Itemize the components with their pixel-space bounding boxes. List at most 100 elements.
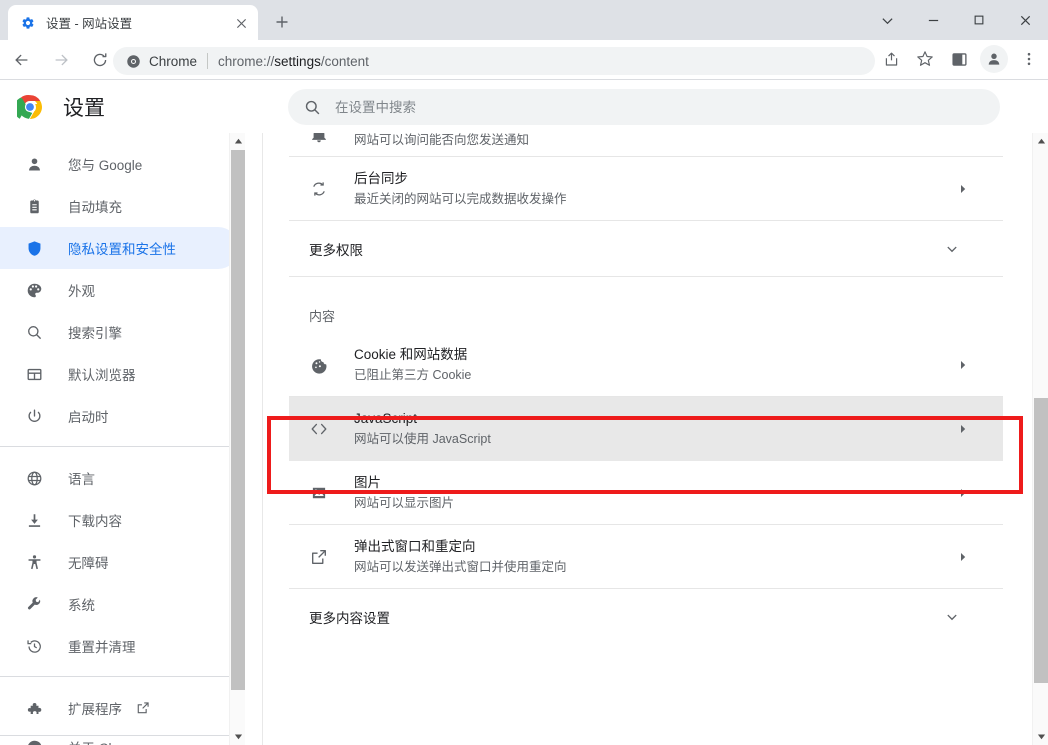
collapse-label: 更多内容设置 — [309, 611, 390, 626]
sidebar-item-label: 您与 Google — [68, 158, 143, 173]
section-header-content: 内容 — [309, 309, 336, 324]
browser-tab[interactable]: 设置 - 网站设置 — [8, 5, 258, 40]
settings-row-text: 图片 网站可以显示图片 — [354, 473, 951, 513]
collapse-window-button[interactable] — [864, 4, 910, 36]
sidebar-item-appearance[interactable]: 外观 — [0, 269, 239, 311]
scroll-up-arrow-icon[interactable] — [1033, 133, 1048, 150]
settings-row-subtitle: 已阻止第三方 Cookie — [354, 367, 472, 382]
browser-window-icon — [24, 364, 44, 384]
settings-row-title: Cookie 和网站数据 — [354, 346, 468, 362]
settings-row-notifications[interactable]: 网站可以询问能否向您发送通知 — [289, 133, 1003, 157]
sidebar-item-label: 系统 — [68, 598, 95, 613]
image-icon — [309, 483, 329, 503]
maximize-window-button[interactable] — [956, 4, 1002, 36]
page-title: 设置 — [63, 97, 105, 120]
sidebar-item-downloads[interactable]: 下载内容 — [0, 499, 239, 541]
sidebar-item-label: 下载内容 — [68, 514, 122, 529]
sidebar-item-accessibility[interactable]: 无障碍 — [0, 541, 239, 583]
chevron-right-icon — [951, 184, 975, 194]
sidebar-item-about-chrome[interactable]: 关于 Chrome — [0, 736, 239, 745]
settings-row-cookies[interactable]: Cookie 和网站数据 已阻止第三方 Cookie — [289, 333, 1003, 397]
sidebar-item-extensions[interactable]: 扩展程序 — [0, 687, 239, 729]
settings-collapse-more-content-settings[interactable]: 更多内容设置 — [289, 589, 1003, 645]
toolbar-right-actions — [874, 43, 1046, 75]
browser-toolbar: Chrome chrome://settings/content — [0, 40, 1048, 80]
sidebar-item-label: 默认浏览器 — [68, 368, 136, 383]
scroll-up-arrow-icon[interactable] — [230, 133, 245, 150]
sidebar-item-privacy-and-security[interactable]: 隐私设置和安全性 — [0, 227, 239, 269]
sidebar-item-you-and-google[interactable]: 您与 Google — [0, 143, 239, 185]
page-scrollbar[interactable] — [1032, 133, 1048, 745]
settings-page-body: 您与 Google 自动填充 隐私设置和安全性 外观 搜索引擎 默认浏览器 启动… — [0, 133, 1048, 745]
sidebar-item-label: 隐私设置和安全性 — [68, 242, 176, 257]
settings-row-popups-redirects[interactable]: 弹出式窗口和重定向 网站可以发送弹出式窗口并使用重定向 — [289, 525, 1003, 589]
close-icon[interactable] — [232, 14, 250, 32]
omnibox-url: chrome://settings/content — [218, 54, 369, 69]
sidebar-item-autofill[interactable]: 自动填充 — [0, 185, 239, 227]
download-icon — [24, 510, 44, 530]
accessibility-icon — [24, 552, 44, 572]
settings-row-subtitle: 网站可以使用 JavaScript — [354, 431, 491, 446]
sidebar-item-search-engine[interactable]: 搜索引擎 — [0, 311, 239, 353]
sidebar-scrollbar[interactable] — [229, 133, 245, 745]
palette-icon — [24, 280, 44, 300]
sidebar-group-1: 您与 Google 自动填充 隐私设置和安全性 外观 搜索引擎 默认浏览器 启动… — [0, 133, 245, 437]
shield-icon — [24, 238, 44, 258]
close-window-button[interactable] — [1002, 4, 1048, 36]
chevron-down-icon — [945, 242, 959, 256]
three-dot-menu-icon[interactable] — [1013, 43, 1045, 75]
forward-button[interactable] — [44, 43, 78, 77]
url-suffix: /content — [320, 53, 369, 69]
person-icon — [24, 154, 44, 174]
settings-row-subtitle: 网站可以询问能否向您发送通知 — [354, 133, 530, 147]
scroll-down-arrow-icon[interactable] — [1033, 728, 1048, 745]
settings-collapse-more-permissions[interactable]: 更多权限 — [289, 221, 1003, 277]
settings-sidebar: 您与 Google 自动填充 隐私设置和安全性 外观 搜索引擎 默认浏览器 启动… — [0, 133, 245, 745]
page-scrollbar-thumb[interactable] — [1034, 398, 1048, 683]
settings-row-subtitle: 网站可以发送弹出式窗口并使用重定向 — [354, 559, 567, 574]
minimize-window-button[interactable] — [910, 4, 956, 36]
share-icon[interactable] — [875, 43, 907, 75]
settings-row-javascript[interactable]: JavaScript 网站可以使用 JavaScript — [289, 397, 1003, 461]
settings-search-box[interactable] — [288, 89, 1000, 125]
avatar[interactable] — [980, 45, 1008, 73]
chevron-right-icon — [951, 360, 975, 370]
address-bar[interactable]: Chrome chrome://settings/content — [113, 47, 875, 75]
omnibox-scheme-label: Chrome — [149, 53, 198, 69]
settings-main-content: 网站可以询问能否向您发送通知 后台同步 最近关闭的网站可以完成数据收发操作 更多… — [289, 133, 1003, 745]
tab-strip: 设置 - 网站设置 — [0, 0, 1048, 40]
sidebar-group-2: 语言 下载内容 无障碍 系统 重置并清理 — [0, 447, 245, 667]
reload-button[interactable] — [83, 43, 117, 77]
settings-row-images[interactable]: 图片 网站可以显示图片 — [289, 461, 1003, 525]
wrench-icon — [24, 594, 44, 614]
new-tab-button[interactable] — [268, 10, 296, 34]
sidebar-bottom-cutoff: 关于 Chrome — [0, 735, 245, 745]
scroll-down-arrow-icon[interactable] — [230, 728, 245, 745]
settings-row-text: Cookie 和网站数据 已阻止第三方 Cookie — [354, 345, 951, 385]
sidebar-item-languages[interactable]: 语言 — [0, 457, 239, 499]
sidebar-scrollbar-thumb[interactable] — [231, 150, 245, 690]
sidebar-item-system[interactable]: 系统 — [0, 583, 239, 625]
settings-row-background-sync[interactable]: 后台同步 最近关闭的网站可以完成数据收发操作 — [289, 157, 1003, 221]
sidebar-item-default-browser[interactable]: 默认浏览器 — [0, 353, 239, 395]
notification-icon — [309, 133, 329, 145]
search-input[interactable] — [335, 99, 935, 115]
window-controls — [864, 0, 1048, 40]
star-icon[interactable] — [909, 43, 941, 75]
chrome-logo — [13, 94, 43, 120]
settings-row-subtitle: 网站可以显示图片 — [354, 495, 455, 510]
settings-row-text: 后台同步 最近关闭的网站可以完成数据收发操作 — [354, 169, 951, 209]
side-panel-icon[interactable] — [943, 43, 975, 75]
back-button[interactable] — [5, 43, 39, 77]
settings-header: 设置 — [0, 81, 1048, 133]
sidebar-item-reset-and-cleanup[interactable]: 重置并清理 — [0, 625, 239, 667]
url-highlight: settings — [274, 53, 321, 69]
settings-row-title: 弹出式窗口和重定向 — [354, 538, 476, 554]
external-link-icon — [136, 701, 150, 715]
puzzle-icon — [24, 698, 44, 718]
sidebar-item-on-startup[interactable]: 启动时 — [0, 395, 239, 437]
chevron-right-icon — [951, 488, 975, 498]
collapse-label: 更多权限 — [309, 242, 363, 258]
sidebar-item-label: 语言 — [68, 472, 95, 487]
chrome-icon — [24, 737, 44, 745]
